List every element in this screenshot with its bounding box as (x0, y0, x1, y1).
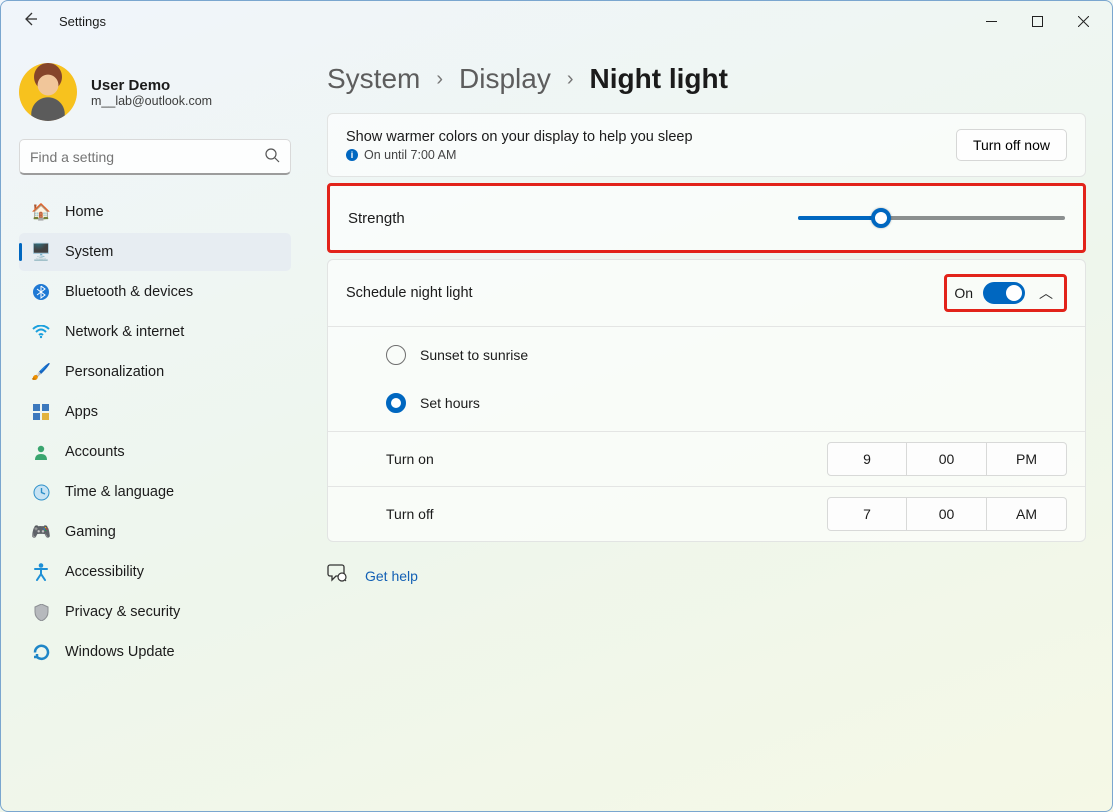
turn-off-hour[interactable]: 7 (827, 497, 907, 531)
main-panel: System › Display › Night light Show warm… (301, 41, 1112, 811)
nav-label: Bluetooth & devices (65, 284, 193, 300)
schedule-toggle[interactable] (983, 282, 1025, 304)
turn-on-minute[interactable]: 00 (907, 442, 987, 476)
nav-label: Time & language (65, 484, 174, 500)
chevron-right-icon: › (567, 68, 574, 91)
info-icon: i (346, 149, 358, 161)
radio-hours-label: Set hours (420, 395, 480, 411)
sidebar: User Demo m__lab@outlook.com 🏠 Home 🖥️ Sys… (1, 41, 301, 811)
breadcrumb: System › Display › Night light (327, 63, 1086, 95)
help-row: Get help (327, 564, 1086, 587)
update-icon (31, 642, 51, 662)
shield-icon (31, 602, 51, 622)
nav-label: Accounts (65, 444, 125, 460)
turn-on-hour[interactable]: 9 (827, 442, 907, 476)
breadcrumb-system[interactable]: System (327, 63, 420, 95)
nav-label: Privacy & security (65, 604, 180, 620)
nav-label: Accessibility (65, 564, 144, 580)
nav-label: System (65, 244, 113, 260)
turn-on-ampm[interactable]: PM (987, 442, 1067, 476)
get-help-link[interactable]: Get help (365, 568, 418, 584)
search-input[interactable] (30, 149, 265, 165)
breadcrumb-current: Night light (590, 63, 728, 95)
slider-thumb[interactable] (871, 208, 891, 228)
profile-email: m__lab@outlook.com (91, 94, 212, 108)
gaming-icon: 🎮 (31, 522, 51, 542)
person-icon (31, 442, 51, 462)
nav-accessibility[interactable]: Accessibility (19, 553, 291, 591)
turn-off-now-button[interactable]: Turn off now (956, 129, 1067, 161)
turn-off-ampm[interactable]: AM (987, 497, 1067, 531)
nav-label: Network & internet (65, 324, 184, 340)
apps-icon (31, 402, 51, 422)
radio-hours[interactable] (386, 393, 406, 413)
nav-privacy[interactable]: Privacy & security (19, 593, 291, 631)
titlebar: Settings (1, 1, 1112, 41)
status-title: Show warmer colors on your display to he… (346, 129, 956, 145)
radio-hours-row[interactable]: Set hours (328, 383, 1085, 431)
breadcrumb-display[interactable]: Display (459, 63, 551, 95)
nav-home[interactable]: 🏠 Home (19, 193, 291, 231)
nav-bluetooth[interactable]: Bluetooth & devices (19, 273, 291, 311)
schedule-label: Schedule night light (346, 285, 473, 301)
search-box[interactable] (19, 139, 291, 175)
nav-label: Gaming (65, 524, 116, 540)
close-button[interactable] (1060, 5, 1106, 37)
turn-off-row: Turn off 7 00 AM (328, 486, 1085, 541)
window-title: Settings (59, 14, 106, 29)
clock-icon (31, 482, 51, 502)
schedule-options: Sunset to sunrise Set hours Turn on 9 00… (328, 326, 1085, 541)
strength-slider[interactable] (798, 208, 1065, 228)
turn-off-minute[interactable]: 00 (907, 497, 987, 531)
nav-label: Home (65, 204, 104, 220)
nav-update[interactable]: Windows Update (19, 633, 291, 671)
help-icon (327, 564, 347, 587)
nav-personalization[interactable]: 🖌️ Personalization (19, 353, 291, 391)
toggle-state-label: On (954, 285, 973, 301)
search-icon (265, 148, 280, 166)
nav-network[interactable]: Network & internet (19, 313, 291, 351)
radio-sunset-label: Sunset to sunrise (420, 347, 528, 363)
brush-icon: 🖌️ (31, 362, 51, 382)
strength-card: Strength (327, 183, 1086, 253)
turn-on-label: Turn on (386, 451, 434, 467)
strength-label: Strength (348, 210, 798, 227)
home-icon: 🏠 (31, 202, 51, 222)
system-icon: 🖥️ (31, 242, 51, 262)
turn-off-label: Turn off (386, 506, 433, 522)
minimize-button[interactable] (968, 5, 1014, 37)
chevron-right-icon: › (436, 68, 443, 91)
nav-label: Apps (65, 404, 98, 420)
profile-name: User Demo (91, 77, 212, 94)
schedule-card: Schedule night light On ︿ Sunset to sunr… (327, 259, 1086, 542)
nav-system[interactable]: 🖥️ System (19, 233, 291, 271)
bluetooth-icon (31, 282, 51, 302)
profile[interactable]: User Demo m__lab@outlook.com (19, 63, 291, 121)
radio-sunset-row[interactable]: Sunset to sunrise (328, 327, 1085, 383)
nav-label: Windows Update (65, 644, 175, 660)
nav-list: 🏠 Home 🖥️ System Bluetooth & devices Netwo… (19, 193, 291, 671)
nav-gaming[interactable]: 🎮 Gaming (19, 513, 291, 551)
nav-apps[interactable]: Apps (19, 393, 291, 431)
radio-sunset[interactable] (386, 345, 406, 365)
nav-label: Personalization (65, 364, 164, 380)
turn-off-time-picker[interactable]: 7 00 AM (827, 497, 1067, 531)
turn-on-time-picker[interactable]: 9 00 PM (827, 442, 1067, 476)
turn-on-row: Turn on 9 00 PM (328, 431, 1085, 486)
back-button[interactable] (19, 11, 41, 32)
maximize-button[interactable] (1014, 5, 1060, 37)
nav-accounts[interactable]: Accounts (19, 433, 291, 471)
wifi-icon (31, 322, 51, 342)
nav-time[interactable]: Time & language (19, 473, 291, 511)
avatar (19, 63, 77, 121)
status-card: Show warmer colors on your display to he… (327, 113, 1086, 177)
status-subtitle: On until 7:00 AM (364, 148, 456, 162)
chevron-up-icon[interactable]: ︿ (1035, 283, 1057, 303)
schedule-toggle-group: On ︿ (944, 274, 1067, 312)
accessibility-icon (31, 562, 51, 582)
